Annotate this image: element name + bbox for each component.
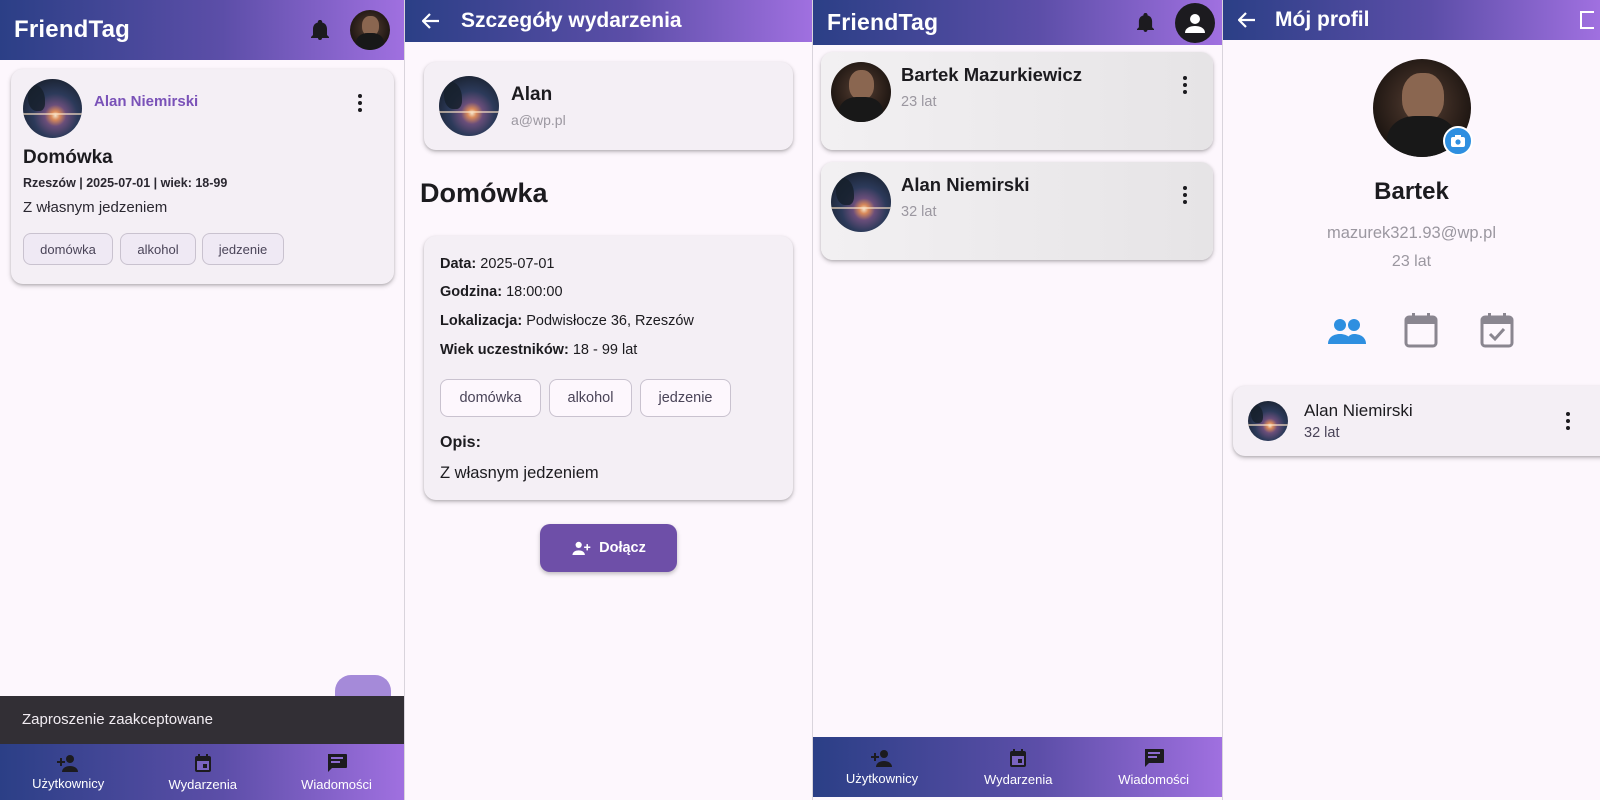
tag-chip[interactable]: alkohol <box>549 379 632 417</box>
user-avatar <box>831 172 891 232</box>
friend-age: 32 lat <box>1304 425 1340 441</box>
time-value: 18:00:00 <box>506 284 563 300</box>
users-screen: FriendTag Bartek Mazurkiewicz 23 lat Ala… <box>813 0 1222 800</box>
organizer-card[interactable]: Alan a@wp.pl <box>424 62 793 150</box>
organizer-avatar <box>439 76 499 136</box>
user-age: 32 lat <box>901 204 937 220</box>
more-options-icon[interactable] <box>357 94 363 112</box>
location-label: Lokalizacja: <box>440 313 523 329</box>
app-bar: Mój profil <box>1223 0 1600 40</box>
calendar-icon[interactable] <box>1404 312 1438 353</box>
nav-messages[interactable]: Wiadomości <box>301 744 372 800</box>
description-label: Opis: <box>440 434 481 451</box>
nav-events[interactable]: Wydarzenia <box>983 737 1053 797</box>
bell-icon[interactable] <box>308 18 332 42</box>
nav-messages[interactable]: Wiadomości <box>1118 737 1189 797</box>
event-description: Z własnym jedzeniem <box>23 199 168 216</box>
event-done-icon[interactable] <box>1480 312 1514 353</box>
bottom-navigation: Użytkownicy Wydarzenia Wiadomości <box>813 737 1222 797</box>
tag-chip[interactable]: alkohol <box>120 233 196 265</box>
location-row: Lokalizacja: Podwisłocze 36, Rzeszów <box>440 313 694 329</box>
app-title: FriendTag <box>827 9 939 35</box>
bell-icon[interactable] <box>1133 11 1157 35</box>
age-row: Wiek uczestników: 18 - 99 lat <box>440 342 637 358</box>
event-title: Domówka <box>420 178 548 208</box>
user-card[interactable]: Bartek Mazurkiewicz 23 lat <box>821 52 1213 150</box>
user-age: 23 lat <box>901 94 937 110</box>
screen-title: Mój profil <box>1275 8 1370 31</box>
user-name: Bartek Mazurkiewicz <box>901 64 1082 85</box>
app-bar: FriendTag <box>813 0 1222 45</box>
event-title: Domówka <box>23 147 113 168</box>
calendar-icon <box>1010 748 1027 767</box>
snackbar: Zaproszenie zaakceptowane <box>0 696 404 744</box>
profile-screen: Mój profil Bartek mazurek321.93@wp.pl 23… <box>1223 0 1600 800</box>
event-details-screen: Szczegóły wydarzenia Alan a@wp.pl Domówk… <box>405 0 812 800</box>
tag-chip[interactable]: jedzenie <box>640 379 731 417</box>
more-options-icon[interactable] <box>1182 76 1188 94</box>
tag-chip[interactable]: domówka <box>440 379 541 417</box>
author-name[interactable]: Alan Niemirski <box>94 93 198 110</box>
screen-title: Szczegóły wydarzenia <box>461 9 682 32</box>
time-label: Godzina: <box>440 284 503 300</box>
calendar-icon <box>194 753 211 772</box>
user-avatar <box>831 62 891 122</box>
age-label: Wiek uczestników: <box>440 342 569 358</box>
profile-avatar[interactable] <box>350 10 390 50</box>
user-name: Alan Niemirski <box>901 174 1030 195</box>
friend-card[interactable]: Alan Niemirski 32 lat <box>1233 386 1600 456</box>
nav-events[interactable]: Wydarzenia <box>168 744 237 800</box>
back-arrow-icon[interactable] <box>1235 8 1259 32</box>
nav-messages-label: Wiadomości <box>1118 771 1190 787</box>
profile-name: Bartek <box>1374 178 1449 205</box>
join-button[interactable]: Dołącz <box>540 524 677 572</box>
nav-events-label: Wydarzenia <box>983 771 1053 787</box>
friends-icon[interactable] <box>1327 318 1367 349</box>
app-bar: Szczegóły wydarzenia <box>405 0 812 42</box>
events-feed-screen: FriendTag Alan Niemirski Domówka Rzeszów… <box>0 0 404 800</box>
chat-icon <box>1144 748 1164 767</box>
camera-icon[interactable] <box>1443 126 1473 156</box>
date-value: 2025-07-01 <box>480 256 555 272</box>
date-row: Data: 2025-07-01 <box>440 256 554 272</box>
friend-name: Alan Niemirski <box>1304 401 1413 420</box>
join-button-label: Dołącz <box>599 540 646 556</box>
account-icon[interactable] <box>1175 2 1215 43</box>
organizer-name: Alan <box>511 84 553 105</box>
logout-icon[interactable] <box>1580 11 1594 29</box>
user-card[interactable]: Alan Niemirski 32 lat <box>821 162 1213 260</box>
event-details-card: Data: 2025-07-01 Godzina: 18:00:00 Lokal… <box>424 236 793 500</box>
back-arrow-icon[interactable] <box>419 9 443 33</box>
app-bar: FriendTag <box>0 0 404 60</box>
add-person-icon <box>572 541 591 555</box>
more-options-icon[interactable] <box>1565 412 1571 430</box>
event-card[interactable]: Alan Niemirski Domówka Rzeszów | 2025-07… <box>11 69 394 284</box>
profile-email: mazurek321.93@wp.pl <box>1326 224 1496 242</box>
event-meta: Rzeszów | 2025-07-01 | wiek: 18-99 <box>23 176 228 190</box>
author-avatar <box>23 79 82 138</box>
date-label: Data: <box>440 256 477 272</box>
friend-avatar <box>1248 401 1288 441</box>
app-title: FriendTag <box>14 16 131 43</box>
nav-users[interactable]: Użytkownicy <box>846 737 918 797</box>
organizer-email: a@wp.pl <box>511 112 566 128</box>
nav-users-label: Użytkownicy <box>32 775 105 791</box>
time-row: Godzina: 18:00:00 <box>440 284 563 300</box>
tag-chip[interactable]: domówka <box>23 233 113 265</box>
bottom-navigation: Użytkownicy Wydarzenia Wiadomości <box>0 744 404 800</box>
add-user-icon <box>871 749 893 767</box>
more-options-icon[interactable] <box>1182 186 1188 204</box>
chat-icon <box>327 753 347 772</box>
nav-users[interactable]: Użytkownicy <box>32 744 104 800</box>
location-value: Podwisłocze 36, Rzeszów <box>526 313 694 329</box>
description-value: Z własnym jedzeniem <box>440 464 599 482</box>
tag-chip[interactable]: jedzenie <box>202 233 284 265</box>
add-user-icon <box>57 754 79 772</box>
nav-users-label: Użytkownicy <box>845 770 919 786</box>
nav-events-label: Wydarzenia <box>168 776 237 792</box>
profile-age: 23 lat <box>1391 253 1432 270</box>
nav-messages-label: Wiadomości <box>301 776 372 792</box>
age-value: 18 - 99 lat <box>572 342 638 358</box>
